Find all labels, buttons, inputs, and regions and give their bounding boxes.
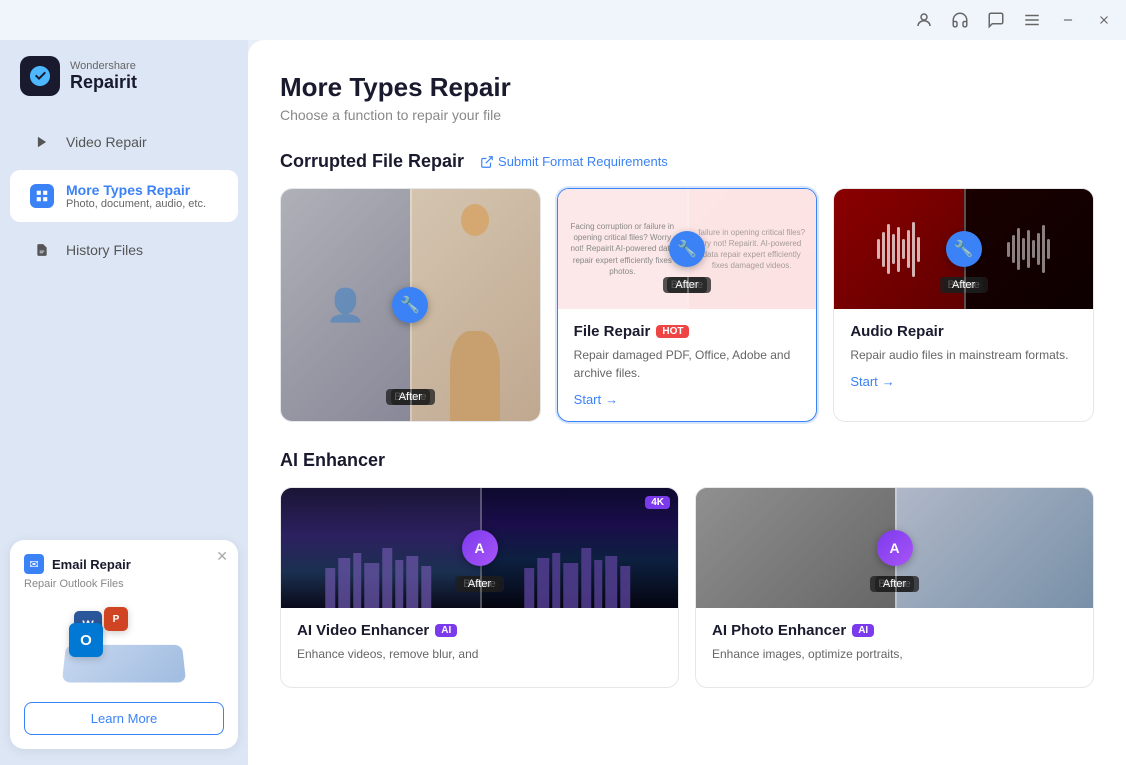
- sidebar-item-video-repair[interactable]: Video Repair: [10, 118, 238, 166]
- chat-icon[interactable]: [986, 10, 1006, 30]
- waveform-after: [1007, 219, 1050, 279]
- ai-photo-enhancer-desc: Enhance images, optimize portraits,: [712, 645, 1077, 663]
- logo-title: Repairit: [70, 72, 137, 93]
- corrupted-file-repair-cards: 👤 🔧 Before After: [280, 188, 1094, 422]
- ai-video-badge: AI: [435, 624, 457, 637]
- corrupted-file-repair-section-header: Corrupted File Repair Submit Format Requ…: [280, 151, 1094, 172]
- file-repair-title: File Repair HOT: [574, 323, 801, 340]
- sidebar-item-more-types-repair[interactable]: More Types Repair Photo, document, audio…: [10, 170, 238, 222]
- photo-repair-body: Photo Repair HOT Repair corrupted photos…: [281, 421, 540, 422]
- ai-photo-enhancer-title: AI Photo Enhancer AI: [712, 622, 1077, 639]
- history-files-icon: [30, 238, 54, 262]
- promo-header: ✉ Email Repair: [24, 554, 224, 574]
- sidebar: Wondershare Repairit Video Repair More T…: [0, 40, 248, 765]
- 4k-badge: 4K: [645, 496, 670, 509]
- logo-icon: [20, 56, 60, 96]
- ai-video-enhancer-title: AI Video Enhancer AI: [297, 622, 662, 639]
- file-repair-desc: Repair damaged PDF, Office, Adobe and ar…: [574, 346, 801, 382]
- file-repair-card[interactable]: Facing corruption or failure in opening …: [557, 188, 818, 422]
- ai-video-enhancer-desc: Enhance videos, remove blur, and: [297, 645, 662, 663]
- main-content: More Types Repair Choose a function to r…: [248, 40, 1126, 765]
- audio-repair-image: 🔧 Before After: [834, 189, 1093, 309]
- ai-enhancer-section-header: AI Enhancer: [280, 450, 1094, 471]
- ai-video-enhancer-body: AI Video Enhancer AI Enhance videos, rem…: [281, 608, 678, 687]
- ai-enhancer-title: AI Enhancer: [280, 450, 385, 471]
- audio-repair-tool-icon: 🔧: [946, 231, 982, 267]
- logo-brand: Wondershare: [70, 60, 137, 72]
- audio-repair-title: Audio Repair: [850, 323, 1077, 340]
- photo-repair-card[interactable]: 👤 🔧 Before After: [280, 188, 541, 422]
- ai-photo-badge: AI: [852, 624, 874, 637]
- file-repair-body: File Repair HOT Repair damaged PDF, Offi…: [558, 309, 817, 421]
- corrupted-file-repair-title: Corrupted File Repair: [280, 151, 464, 172]
- promo-illustration: W O P: [24, 598, 224, 688]
- video-repair-label: Video Repair: [66, 134, 147, 150]
- more-types-sub: Photo, document, audio, etc.: [66, 198, 206, 210]
- city-before: [281, 488, 480, 608]
- promo-card: ✕ ✉ Email Repair Repair Outlook Files W …: [10, 540, 238, 749]
- outlook-icon: O: [69, 623, 103, 657]
- photo-repair-image: 👤 🔧 Before After: [281, 189, 540, 421]
- ai-photo-enhance-icon: A: [877, 530, 913, 566]
- photo-repair-tool-icon: 🔧: [392, 287, 428, 323]
- ai-enhancer-cards: A 4K Before After AI Video Enhancer AI E…: [280, 487, 1094, 688]
- ai-photo-after: [895, 488, 1094, 608]
- logo: Wondershare Repairit: [0, 56, 248, 116]
- audio-repair-desc: Repair audio files in mainstream formats…: [850, 346, 1077, 364]
- audio-repair-body: Audio Repair Repair audio files in mains…: [834, 309, 1093, 403]
- ai-photo-enhancer-body: AI Photo Enhancer AI Enhance images, opt…: [696, 608, 1093, 687]
- video-repair-icon: [30, 130, 54, 154]
- logo-text: Wondershare Repairit: [70, 60, 137, 93]
- more-types-label: More Types Repair: [66, 182, 206, 198]
- promo-close-button[interactable]: ✕: [216, 548, 228, 565]
- powerpoint-icon: P: [104, 607, 128, 631]
- submit-format-link[interactable]: Submit Format Requirements: [480, 154, 668, 169]
- promo-subtitle: Repair Outlook Files: [24, 578, 224, 590]
- close-icon[interactable]: [1094, 10, 1114, 30]
- minimize-icon[interactable]: [1058, 10, 1078, 30]
- headphone-icon[interactable]: [950, 10, 970, 30]
- waveform-before: [877, 219, 920, 279]
- learn-more-button[interactable]: Learn More: [24, 702, 224, 735]
- promo-email-icon: ✉: [24, 554, 44, 574]
- ai-video-enhance-icon: A: [462, 530, 498, 566]
- page-subtitle: Choose a function to repair your file: [280, 107, 1094, 123]
- menu-icon[interactable]: [1022, 10, 1042, 30]
- user-icon[interactable]: [914, 10, 934, 30]
- file-repair-tool-icon: 🔧: [669, 231, 705, 267]
- sidebar-item-history-files[interactable]: History Files: [10, 226, 238, 274]
- ai-photo-before: [696, 488, 895, 608]
- file-repair-hot-badge: HOT: [656, 325, 689, 338]
- ai-video-enhancer-card[interactable]: A 4K Before After AI Video Enhancer AI E…: [280, 487, 679, 688]
- history-files-label: History Files: [66, 242, 143, 258]
- page-title: More Types Repair: [280, 72, 1094, 103]
- promo-title: Email Repair: [52, 557, 131, 572]
- ai-video-enhancer-image: A 4K Before After: [281, 488, 678, 608]
- title-bar: [0, 0, 1126, 40]
- audio-repair-start-link[interactable]: Start →: [850, 374, 1077, 389]
- file-repair-image: Facing corruption or failure in opening …: [558, 189, 817, 309]
- audio-repair-card[interactable]: 🔧 Before After Audio Repair Repair audio…: [833, 188, 1094, 422]
- more-types-icon: [30, 184, 54, 208]
- ai-photo-enhancer-card[interactable]: A Before After AI Photo Enhancer AI Enha…: [695, 487, 1094, 688]
- file-repair-start-link[interactable]: Start →: [574, 392, 801, 407]
- submit-format-label: Submit Format Requirements: [498, 154, 668, 169]
- ai-photo-enhancer-image: A Before After: [696, 488, 1093, 608]
